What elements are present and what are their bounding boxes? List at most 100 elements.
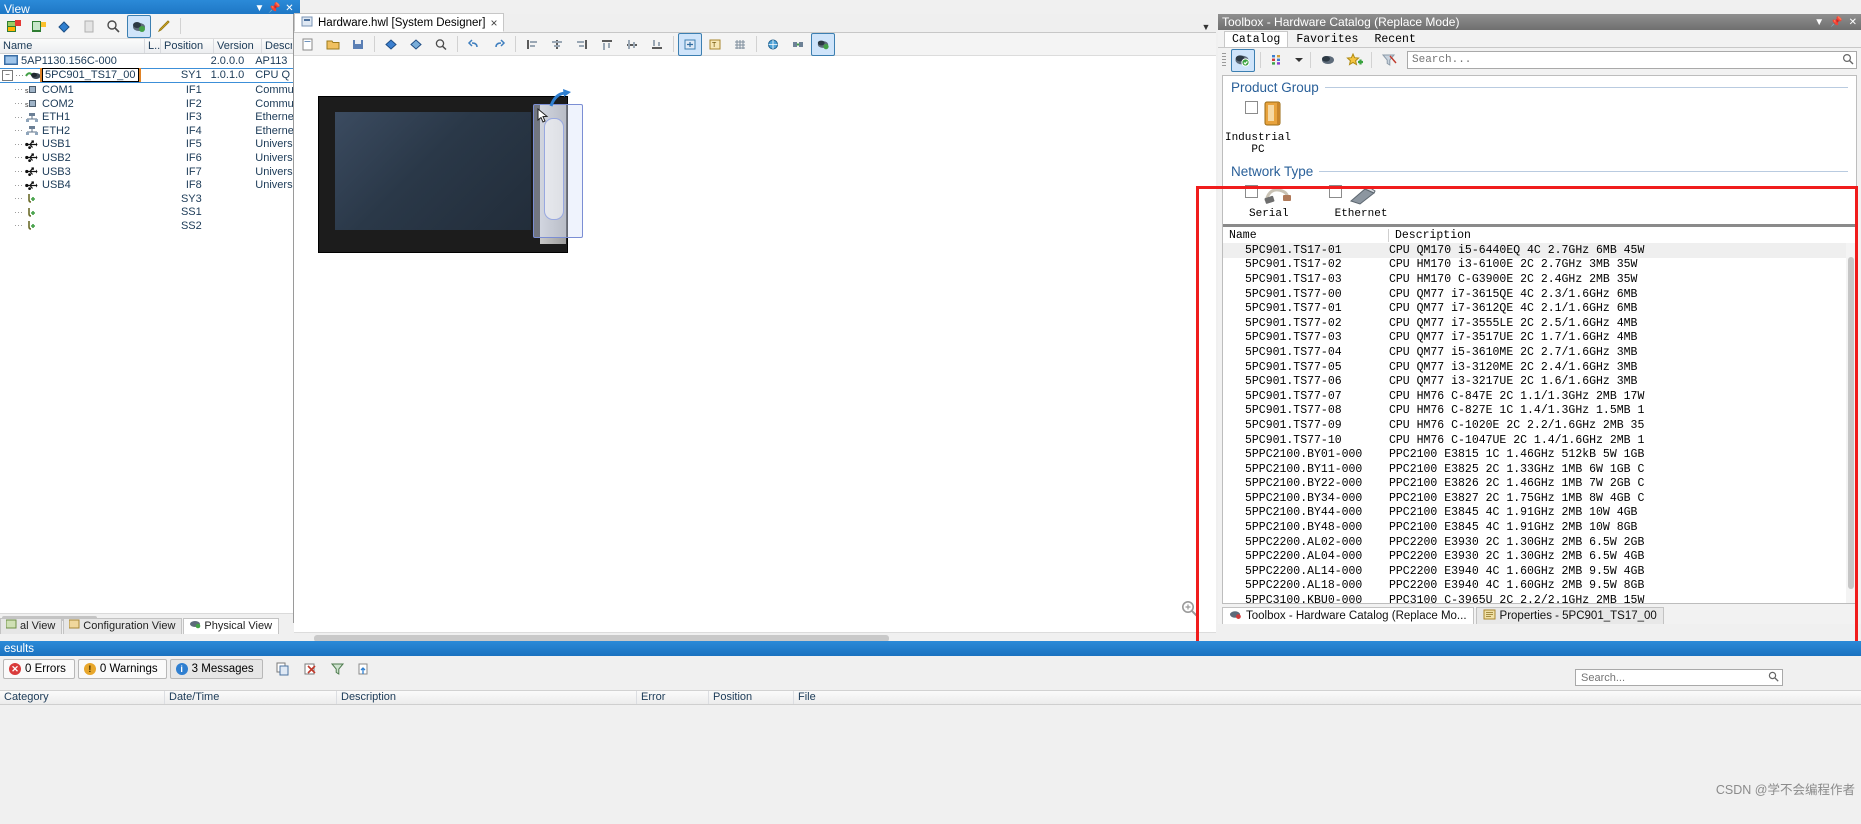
grid-icon[interactable] bbox=[728, 33, 752, 56]
tree-row[interactable]: ⋯ SY3 bbox=[0, 192, 293, 206]
catalog-row[interactable]: 5PPC2100.BY48-000 PPC2100 E3845 4C 1.91GH… bbox=[1223, 520, 1856, 535]
diamond-alt-icon[interactable] bbox=[404, 33, 428, 56]
output-column-category[interactable]: Category bbox=[0, 691, 165, 704]
tree-row-name-editbox[interactable]: 5PC901_TS17_00 bbox=[40, 68, 141, 83]
catalog-row[interactable]: 5PPC3100.KBU0-000 PPC3100 C-3965U 2C 2.2/… bbox=[1223, 593, 1856, 603]
tree-row[interactable]: ⋯ ETH1 IF3 Etherne bbox=[0, 110, 293, 124]
tab-configuration-view[interactable]: Configuration View bbox=[63, 618, 183, 634]
open-icon[interactable] bbox=[321, 33, 345, 56]
tree-row[interactable]: ⋯ SS1 bbox=[0, 206, 293, 220]
save-icon[interactable] bbox=[346, 33, 370, 56]
chevron-down-icon[interactable] bbox=[1292, 49, 1305, 72]
redo-icon[interactable] bbox=[487, 33, 511, 56]
catalog-row[interactable]: 5PC901.TS77-05 CPU QM77 i3-3120ME 2C 2.4/… bbox=[1223, 360, 1856, 375]
tab-physical-view[interactable]: Physical View bbox=[183, 618, 280, 634]
catalog-row[interactable]: 5PC901.TS77-10 CPU HM76 C-1047UE 2C 1.4/1… bbox=[1223, 433, 1856, 448]
add-hardware-icon[interactable] bbox=[1316, 49, 1340, 72]
catalog-row[interactable]: 5PPC2200.AL04-000 PPC2200 E3930 2C 1.30GH… bbox=[1223, 549, 1856, 564]
chevron-down-icon[interactable]: ▼ bbox=[1814, 17, 1824, 28]
catalog-row[interactable]: 5PC901.TS17-01 CPU QM170 i5-6440EQ 4C 2.7… bbox=[1223, 243, 1856, 258]
physical-view-icon[interactable] bbox=[127, 14, 151, 38]
output-column-position[interactable]: Position bbox=[709, 691, 794, 704]
column-description[interactable]: Descrip bbox=[262, 39, 292, 53]
document-tab-hardware[interactable]: Hardware.hwl [System Designer] × bbox=[294, 13, 505, 32]
tab-recent[interactable]: Recent bbox=[1366, 31, 1424, 47]
designer-canvas[interactable] bbox=[294, 56, 1216, 644]
industrial-pc-checkbox[interactable] bbox=[1245, 101, 1258, 114]
serial-checkbox[interactable] bbox=[1245, 185, 1258, 198]
copy-icon[interactable] bbox=[272, 658, 296, 681]
catalog-row[interactable]: 5PC901.TS77-07 CPU HM76 C-847E 2C 1.1/1.3… bbox=[1223, 389, 1856, 404]
physical-view-icon[interactable] bbox=[811, 32, 835, 56]
label-icon[interactable]: T bbox=[703, 33, 727, 56]
catalog-row[interactable]: 5PPC2200.AL18-000 PPC2200 E3940 4C 1.60GH… bbox=[1223, 579, 1856, 594]
clear-filter-icon[interactable] bbox=[1377, 49, 1401, 72]
catalog-row[interactable]: 5PPC2200.AL14-000 PPC2200 E3940 4C 1.60GH… bbox=[1223, 564, 1856, 579]
column-l[interactable]: L... bbox=[145, 39, 161, 53]
filter-icon[interactable] bbox=[326, 658, 350, 681]
close-icon[interactable]: × bbox=[490, 16, 497, 30]
catalog-row[interactable]: 5PPC2100.BY44-000 PPC2100 E3845 4C 1.91GH… bbox=[1223, 506, 1856, 521]
output-column-datetime[interactable]: Date/Time bbox=[165, 691, 337, 704]
catalog-row[interactable]: 5PC901.TS17-03 CPU HM170 C-G3900E 2C 2.4G… bbox=[1223, 272, 1856, 287]
catalog-row[interactable]: 5PPC2100.BY01-000 PPC2100 E3815 1C 1.46GH… bbox=[1223, 447, 1856, 462]
catalog-row[interactable]: 5PC901.TS77-03 CPU QM77 i7-3517UE 2C 1.7/… bbox=[1223, 331, 1856, 346]
catalog-row[interactable]: 5PPC2100.BY34-000 PPC2100 E3827 2C 1.75GH… bbox=[1223, 491, 1856, 506]
tab-catalog[interactable]: Catalog bbox=[1224, 31, 1289, 47]
search-module-icon[interactable] bbox=[102, 15, 126, 38]
catalog-search-input[interactable] bbox=[1410, 53, 1842, 67]
catalog-row[interactable]: 5PPC2200.AL02-000 PPC2200 E3930 2C 1.30GH… bbox=[1223, 535, 1856, 550]
catalog-row[interactable]: 5PPC2100.BY11-000 PPC2100 E3825 2C 1.33GH… bbox=[1223, 462, 1856, 477]
pin-icon[interactable]: 📌 bbox=[1830, 17, 1842, 28]
align-top-icon[interactable] bbox=[595, 33, 619, 56]
search-icon[interactable] bbox=[1842, 53, 1854, 68]
filter-warnings-button[interactable]: ! 0 Warnings bbox=[77, 659, 167, 679]
hardware-device-graphic[interactable] bbox=[318, 89, 583, 253]
tree-row-selected[interactable]: − ⋯ 5PC901_TS17_00 SY1 1.0.1.0 CPU Q bbox=[0, 67, 293, 84]
tree-row[interactable]: 5AP1130.156C-000 2.0.0.0 AP113 bbox=[0, 54, 293, 68]
catalog-vertical-scrollbar[interactable] bbox=[1846, 243, 1856, 603]
dock-tab-toolbox[interactable]: Toolbox - Hardware Catalog (Replace Mo..… bbox=[1222, 607, 1474, 624]
output-column-file[interactable]: File bbox=[794, 691, 1861, 704]
undo-icon[interactable] bbox=[462, 33, 486, 56]
tree-row[interactable]: ⋯ USB4 IF8 Univers bbox=[0, 178, 293, 192]
catalog-column-name[interactable]: Name bbox=[1223, 228, 1389, 242]
output-search-input[interactable] bbox=[1579, 670, 1768, 685]
catalog-row[interactable]: 5PC901.TS77-09 CPU HM76 C-1020E 2C 2.2/1.… bbox=[1223, 418, 1856, 433]
add-hardware-icon[interactable] bbox=[2, 15, 26, 38]
network-filter-ethernet[interactable] bbox=[1329, 185, 1377, 208]
align-center-icon[interactable] bbox=[545, 33, 569, 56]
catalog-row[interactable]: 5PC901.TS17-02 CPU HM170 i3-6100E 2C 2.7G… bbox=[1223, 258, 1856, 273]
connect-icon[interactable] bbox=[786, 33, 810, 56]
tree-row[interactable]: ⋯ s COM2 IF2 Commu bbox=[0, 97, 293, 111]
edit-icon[interactable] bbox=[152, 15, 176, 38]
tree-row[interactable]: ⋯ SS2 bbox=[0, 219, 293, 233]
catalog-row[interactable]: 5PC901.TS77-08 CPU HM76 C-827E 1C 1.4/1.3… bbox=[1223, 404, 1856, 419]
zoom-loupe-icon[interactable] bbox=[1181, 600, 1198, 620]
clear-icon[interactable] bbox=[299, 658, 323, 681]
output-column-error[interactable]: Error bbox=[637, 691, 709, 704]
catalog-row[interactable]: 5PC901.TS77-01 CPU QM77 i7-3612QE 4C 2.1/… bbox=[1223, 301, 1856, 316]
new-icon[interactable] bbox=[296, 33, 320, 56]
align-middle-icon[interactable] bbox=[620, 33, 644, 56]
add-favorite-star-icon[interactable] bbox=[1342, 49, 1366, 72]
catalog-row[interactable]: 5PC901.TS77-02 CPU QM77 i7-3555LE 2C 2.5/… bbox=[1223, 316, 1856, 331]
column-version[interactable]: Version bbox=[214, 39, 262, 53]
diamond-icon[interactable] bbox=[379, 33, 403, 56]
tree-row[interactable]: ⋯ s COM1 IF1 Commu bbox=[0, 83, 293, 97]
search-icon[interactable] bbox=[1768, 671, 1779, 685]
ethernet-checkbox[interactable] bbox=[1329, 185, 1342, 198]
goto-icon[interactable] bbox=[353, 658, 377, 681]
align-left-icon[interactable] bbox=[520, 33, 544, 56]
toolbar-gripper[interactable] bbox=[1222, 53, 1226, 67]
catalog-row[interactable]: 5PC901.TS77-00 CPU QM77 i7-3615QE 4C 2.3/… bbox=[1223, 287, 1856, 302]
close-icon[interactable]: ✕ bbox=[1849, 17, 1857, 28]
tree-row[interactable]: ⋯ USB2 IF6 Univers bbox=[0, 151, 293, 165]
tree-row[interactable]: ⋯ USB1 IF5 Univers bbox=[0, 138, 293, 152]
catalog-column-description[interactable]: Description bbox=[1389, 229, 1856, 242]
columns-icon[interactable] bbox=[1266, 49, 1290, 72]
catalog-row[interactable]: 5PC901.TS77-04 CPU QM77 i5-3610ME 2C 2.7/… bbox=[1223, 345, 1856, 360]
filter-errors-button[interactable]: ✕ 0 Errors bbox=[3, 659, 75, 679]
output-column-description[interactable]: Description bbox=[337, 691, 637, 704]
output-search-box[interactable] bbox=[1575, 669, 1783, 686]
